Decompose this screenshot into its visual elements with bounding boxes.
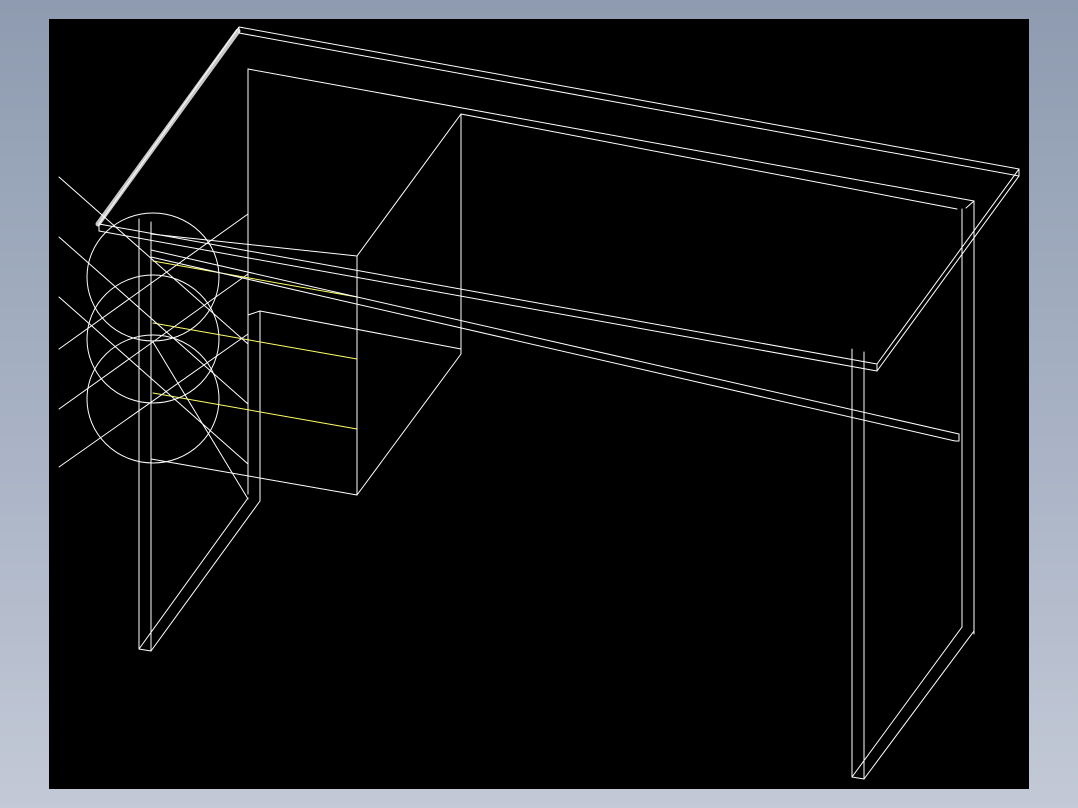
drawer-cabinet (150, 113, 958, 496)
drawer-fronts (152, 260, 358, 430)
right-leg-panel (851, 208, 975, 780)
desktop-top (98, 26, 1020, 372)
left-leg-panel (138, 218, 261, 652)
desk-wireframe-drawing (58, 26, 1020, 780)
cad-viewport[interactable] (49, 19, 1029, 789)
stretcher-bar (150, 249, 960, 442)
